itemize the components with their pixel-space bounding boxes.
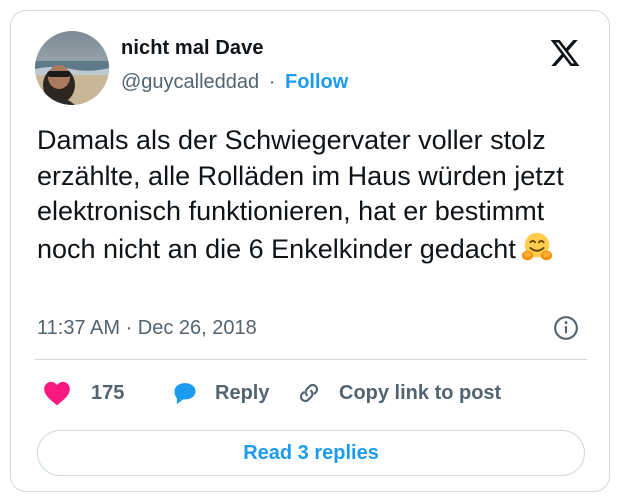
tweet-body: Damals als der Schwiegervater voller sto… bbox=[37, 125, 564, 264]
read-replies-label: Read 3 replies bbox=[243, 441, 379, 464]
heart-icon bbox=[44, 381, 70, 406]
tweet-card: nicht mal Dave @guycalleddad · Follow Da… bbox=[10, 10, 610, 492]
divider bbox=[35, 359, 587, 360]
author-handle-row: @guycalleddad · Follow bbox=[121, 71, 348, 94]
like-count: 175 bbox=[91, 381, 125, 404]
info-icon[interactable] bbox=[553, 315, 579, 341]
separator-dot: · bbox=[268, 71, 276, 93]
read-replies-button[interactable]: Read 3 replies bbox=[37, 430, 585, 476]
author-display-name[interactable]: nicht mal Dave bbox=[121, 37, 264, 60]
tweet-text: Damals als der Schwiegervater voller sto… bbox=[37, 123, 597, 267]
hugging-face-emoji bbox=[521, 232, 552, 260]
reply-bubble-icon bbox=[174, 383, 196, 405]
reply-button[interactable]: Reply bbox=[171, 373, 269, 413]
avatar[interactable] bbox=[35, 31, 109, 105]
x-logo-icon[interactable] bbox=[548, 37, 582, 69]
reply-label: Reply bbox=[215, 381, 270, 404]
follow-button[interactable]: Follow bbox=[285, 71, 348, 93]
like-button[interactable]: 175 bbox=[43, 373, 124, 413]
action-bar: 175 Reply Copy link to post bbox=[37, 373, 597, 413]
author-handle[interactable]: @guycalleddad bbox=[121, 71, 259, 93]
copy-link-button[interactable]: Copy link to post bbox=[295, 373, 501, 413]
link-icon bbox=[299, 383, 319, 403]
tweet-timestamp[interactable]: 11:37 AM · Dec 26, 2018 bbox=[37, 317, 257, 340]
copy-link-label: Copy link to post bbox=[339, 381, 502, 404]
